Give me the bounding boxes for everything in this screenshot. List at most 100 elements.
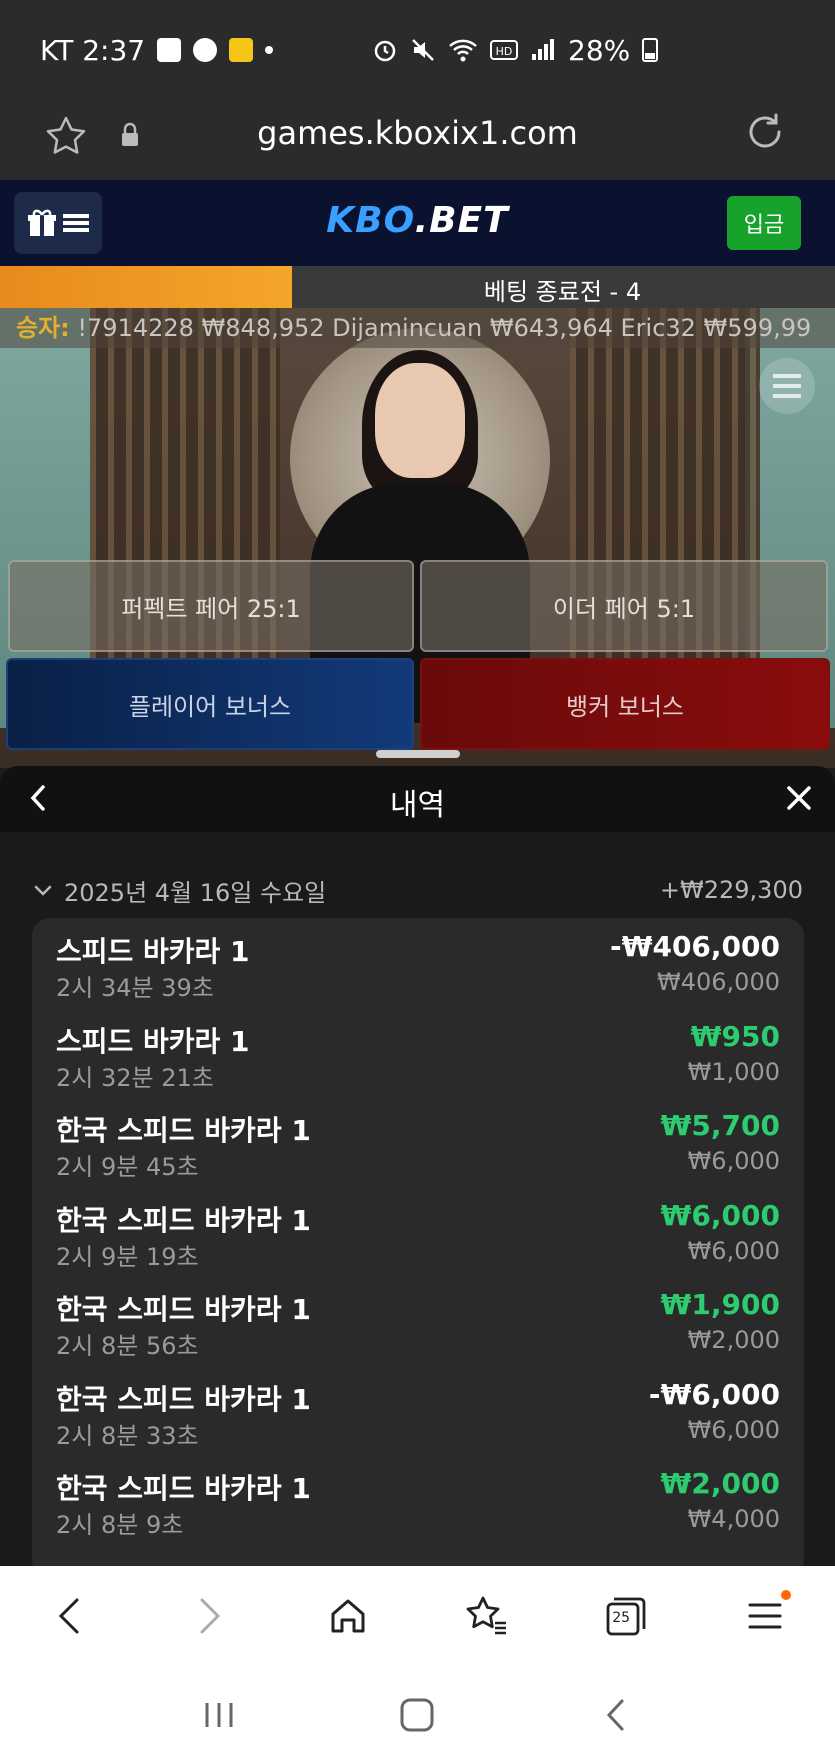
notification-badge-icon (781, 1590, 792, 1600)
browser-menu-button[interactable] (735, 1586, 795, 1646)
hd-icon: HD (490, 40, 518, 60)
deposit-button[interactable]: 입금 (727, 196, 801, 250)
status-bar: KT 2:37 HD 28% (0, 0, 835, 100)
game-menu-icon[interactable] (759, 358, 815, 414)
recent-apps-icon (205, 1702, 233, 1727)
history-title: 내역 (389, 788, 446, 823)
close-button[interactable] (777, 776, 821, 820)
mute-icon (412, 39, 434, 61)
game-name: 스피드 바카라 1 (56, 935, 250, 968)
bet-time: 2시 8분 56초 (56, 1332, 199, 1360)
bet-time: 2시 9분 45초 (56, 1153, 199, 1181)
result-amount: -₩406,000 (609, 930, 780, 963)
carrier-time: KT 2:37 (40, 33, 146, 67)
gallery-icon (157, 38, 182, 62)
result-amount: ₩2,000 (660, 1467, 780, 1500)
logo-kbo: KBO (326, 200, 415, 241)
ticker-label: 승자: (16, 314, 70, 342)
history-row[interactable]: 한국 스피드 바카라 1 2시 8분 33초 -₩6,000 ₩6,000 (56, 1370, 780, 1456)
reload-icon[interactable] (743, 110, 787, 154)
browser-forward-button[interactable] (179, 1586, 239, 1646)
result-amount: ₩1,900 (660, 1288, 780, 1321)
game-name: 한국 스피드 바카라 1 (56, 1114, 311, 1147)
battery-icon (642, 38, 659, 62)
bet-time: 2시 8분 33초 (56, 1421, 199, 1450)
home-icon (331, 1599, 365, 1633)
signal-icon (532, 39, 554, 60)
player-bonus-bet[interactable]: 플레이어 보너스 (6, 658, 414, 750)
result-amount: ₩5,700 (660, 1109, 780, 1142)
notification-dot-icon (265, 46, 274, 54)
system-back-button[interactable] (586, 1685, 646, 1745)
wifi-icon (449, 39, 477, 62)
history-header: 내역 (0, 766, 835, 832)
stake-amount: ₩6,000 (687, 1236, 780, 1265)
date-total: +₩229,300 (659, 876, 803, 904)
forward-arrow-icon (200, 1598, 220, 1634)
stake-amount: ₩406,000 (657, 968, 780, 996)
date-label: 2025년 4월 16일 수요일 (64, 878, 327, 907)
bookmarks-star-icon (466, 1596, 507, 1635)
address-bar: games.kboxix1.com (0, 100, 835, 180)
stake-amount: ₩6,000 (687, 1415, 780, 1444)
date-group-header[interactable]: 2025년 4월 16일 수요일 +₩229,300 (32, 870, 803, 910)
bet-time: 2시 8분 9초 (56, 1511, 184, 1539)
menu-icon (748, 1603, 782, 1629)
result-amount: -₩6,000 (648, 1377, 780, 1411)
bet-timer-bar: 베팅 종료전 - 4 (0, 266, 835, 308)
system-back-icon (606, 1699, 624, 1730)
alarm-icon (374, 40, 396, 62)
winners-ticker: 승자: !7914228 ₩848,952 Dijamincuan ₩643,9… (0, 308, 835, 348)
history-sheet: 내역 2025년 4월 16일 수요일 +₩229,300 스피드 바카라 1 2… (0, 766, 835, 1566)
browser-toolbar: 25 (0, 1566, 835, 1666)
browser-back-button[interactable] (40, 1586, 100, 1646)
stake-amount: ₩1,000 (687, 1057, 780, 1086)
bet-time: 2시 34분 39초 (56, 974, 214, 1002)
svg-text:HD: HD (496, 45, 513, 58)
sheet-drag-handle[interactable] (376, 750, 460, 758)
history-row[interactable]: 한국 스피드 바카라 1 2시 8분 9초 ₩2,000 ₩4,000 (56, 1459, 780, 1545)
result-amount: ₩6,000 (660, 1198, 780, 1232)
history-row[interactable]: 한국 스피드 바카라 1 2시 9분 19초 ₩6,000 ₩6,000 (56, 1191, 780, 1277)
bet-timer-progress (0, 266, 293, 308)
chevron-down-icon (34, 885, 52, 896)
bet-time: 2시 9분 19초 (56, 1242, 199, 1271)
url-field[interactable]: games.kboxix1.com (0, 114, 835, 152)
result-amount: ₩950 (690, 1019, 780, 1053)
home-button[interactable] (318, 1586, 378, 1646)
bet-time: 2시 32분 21초 (56, 1063, 214, 1092)
recent-apps-button[interactable] (189, 1685, 249, 1745)
stake-amount: ₩4,000 (687, 1505, 780, 1533)
tabs-count: 25 (612, 1610, 631, 1626)
site-logo[interactable]: KBO.BET (0, 200, 835, 241)
game-name: 스피드 바카라 1 (56, 1024, 250, 1058)
game-name: 한국 스피드 바카라 1 (56, 1472, 311, 1505)
history-row[interactable]: 스피드 바카라 1 2시 32분 21초 ₩950 ₩1,000 (56, 1012, 780, 1098)
home-square-icon (400, 1698, 434, 1731)
stake-amount: ₩6,000 (687, 1147, 780, 1175)
game-name: 한국 스피드 바카라 1 (56, 1293, 311, 1326)
tabs-button[interactable]: 25 (596, 1586, 656, 1646)
cloud-icon (193, 38, 218, 62)
back-arrow-icon (58, 1598, 79, 1634)
dealer-face (375, 363, 465, 478)
bet-timer-label: 베팅 종료전 - 4 (483, 278, 642, 306)
history-row[interactable]: 한국 스피드 바카라 1 2시 9분 45초 ₩5,700 ₩6,000 (56, 1101, 780, 1187)
history-row[interactable]: 한국 스피드 바카라 1 2시 8분 56초 ₩1,900 ₩2,000 (56, 1280, 780, 1366)
battery-percent: 28% (568, 33, 631, 67)
banker-bonus-bet[interactable]: 뱅커 보너스 (420, 658, 830, 750)
game-name: 한국 스피드 바카라 1 (56, 1382, 311, 1416)
perfect-pair-bet[interactable]: 퍼펙트 페어 25:1 (8, 560, 414, 652)
logo-bet: .BET (414, 200, 509, 241)
system-nav-bar (0, 1666, 835, 1763)
site-header: KBO.BET 입금 (0, 180, 835, 266)
stake-amount: ₩2,000 (687, 1326, 780, 1354)
bookmarks-button[interactable] (457, 1586, 517, 1646)
history-list: 스피드 바카라 1 2시 34분 39초 -₩406,000 ₩406,000 스피드 … (32, 918, 804, 1566)
game-name: 한국 스피드 바카라 1 (56, 1203, 311, 1237)
system-home-button[interactable] (387, 1685, 447, 1745)
either-pair-bet[interactable]: 이더 페어 5:1 (420, 560, 828, 652)
close-icon (787, 786, 811, 810)
history-row[interactable]: 스피드 바카라 1 2시 34분 39초 -₩406,000 ₩406,000 (56, 922, 780, 1008)
ticker-text: !7914228 ₩848,952 Dijamincuan ₩643,964 E… (77, 314, 812, 342)
